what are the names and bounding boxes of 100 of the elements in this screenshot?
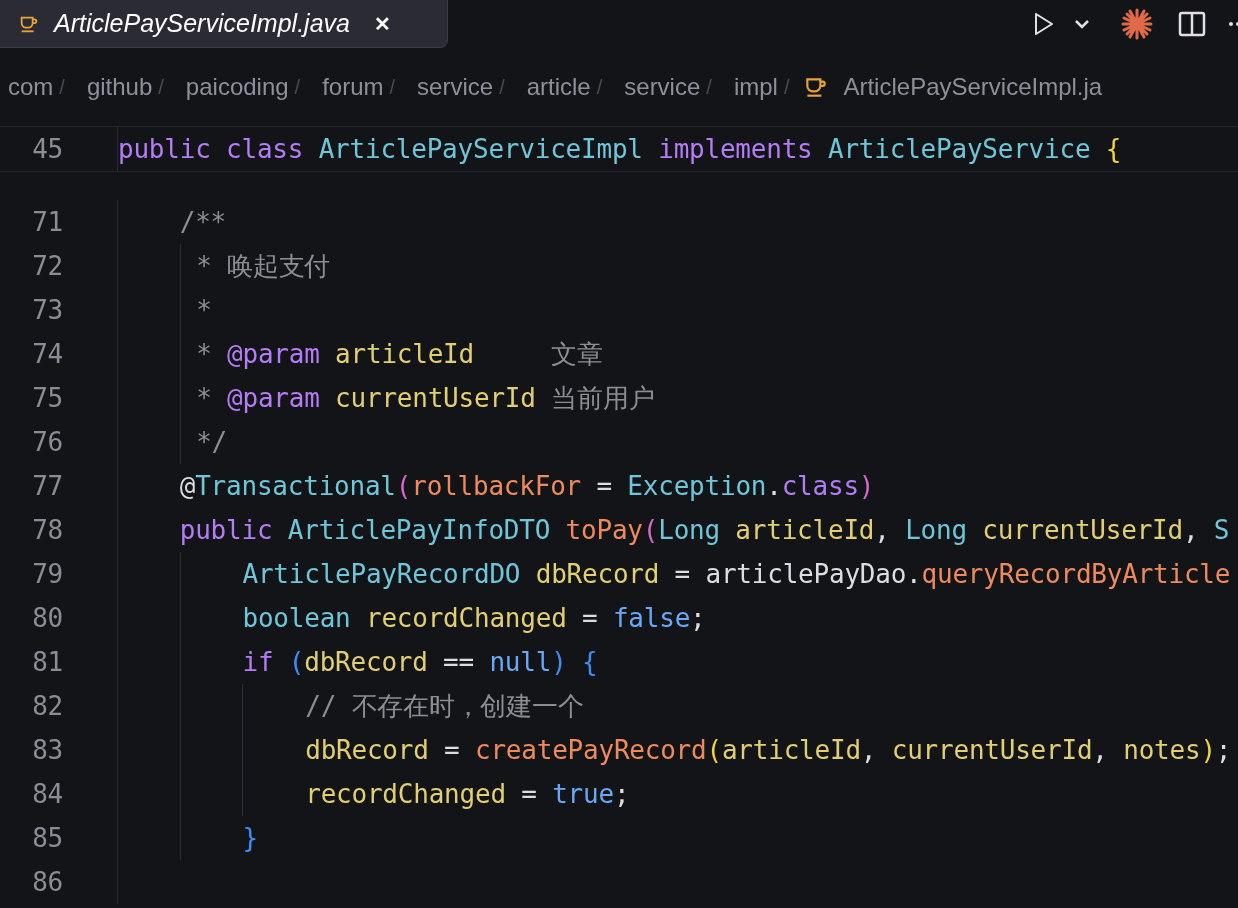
breadcrumb-separator: / (294, 75, 301, 100)
code-token: toPay (564, 514, 643, 547)
code-token: currentUserId (334, 382, 536, 415)
breadcrumb-item[interactable]: ArticlePayServiceImpl.ja (843, 69, 1103, 105)
breadcrumb-separator: / (499, 75, 505, 100)
code-token: , (1182, 514, 1200, 547)
code-token: . (766, 470, 782, 503)
code-token: if (242, 646, 274, 679)
code-token: ; (1215, 734, 1232, 767)
code-token: 当前用户 (550, 382, 655, 415)
code-token: Long (905, 514, 967, 547)
breadcrumb-separator: / (389, 75, 396, 100)
code-token: @ (179, 470, 196, 503)
split-view-icon[interactable] (1178, 10, 1206, 38)
breadcrumb-item[interactable]: article (526, 69, 591, 105)
breadcrumb-separator: / (783, 75, 790, 100)
code-token: = (581, 602, 599, 635)
close-icon[interactable]: ✕ (373, 8, 391, 39)
code-token: } (242, 822, 258, 855)
code-token: boolean (242, 602, 351, 635)
chevron-down-icon[interactable] (1074, 18, 1090, 30)
code-token: ArticlePayRecordDO (242, 558, 521, 591)
code-token: ArticlePayService (826, 133, 1091, 166)
code-token: ; (690, 602, 706, 635)
line-number: 82 (32, 689, 63, 723)
code-token: { (581, 646, 598, 679)
line-number: 79 (32, 557, 63, 591)
code-token: queryRecordByArticle (921, 558, 1231, 591)
play-icon[interactable] (1032, 11, 1056, 37)
code-token: articleId (721, 734, 861, 767)
code-token: Long (658, 514, 720, 547)
code-token: recordChanged (364, 602, 567, 635)
code-token: currentUserId (891, 734, 1093, 767)
code-token: @param (227, 338, 320, 371)
code-token: Transactional (195, 470, 396, 503)
breadcrumb-item[interactable]: github (86, 69, 153, 105)
code-token: public (118, 133, 211, 166)
line-number: 77 (32, 469, 63, 503)
line-number: 78 (32, 513, 63, 547)
code-token: ) (858, 470, 875, 503)
breadcrumb-item[interactable]: paicoding (185, 69, 289, 105)
breadcrumb-separator: / (158, 75, 164, 100)
line-number: 74 (32, 337, 63, 371)
file-tab[interactable]: ArticlePayServiceImpl.java ✕ (0, 0, 448, 48)
line-number: 84 (32, 777, 63, 811)
code-token: = (443, 734, 461, 767)
line-number: 83 (32, 733, 63, 767)
code-token: , (874, 514, 891, 547)
code-token: /** (179, 206, 227, 239)
code-token: = articlePayDao. (673, 558, 922, 591)
code-token: Exception (627, 470, 767, 503)
code-token: ( (642, 514, 659, 547)
code-token: = (595, 470, 613, 503)
code-token: ( (706, 734, 722, 767)
spark-icon[interactable] (1120, 7, 1154, 41)
breadcrumb-item[interactable]: com (8, 69, 54, 105)
code-token: ; (613, 778, 630, 811)
breadcrumb-separator: / (706, 75, 712, 100)
code-token: ) (551, 646, 567, 679)
breadcrumb-item[interactable]: service (624, 69, 701, 105)
code-token: * (196, 294, 212, 327)
breadcrumb-separator: / (596, 75, 603, 100)
code-token: class (225, 133, 304, 166)
breadcrumb-item[interactable]: impl (733, 69, 778, 105)
code-token: @param (227, 382, 320, 415)
code-token: public (179, 514, 273, 547)
code-token: implements (657, 133, 813, 166)
code-token: ( (395, 470, 412, 503)
code-token: , (860, 734, 878, 767)
code-token: true (552, 778, 614, 811)
line-number: 85 (32, 821, 63, 855)
breadcrumb-item[interactable]: service (417, 69, 494, 105)
code-token: * (196, 338, 213, 371)
code-token: dbRecord (304, 646, 428, 679)
code-token: createPayRecord (475, 734, 707, 767)
code-token: dbRecord (534, 558, 660, 591)
code-token: == (442, 646, 475, 679)
line-number: 72 (32, 249, 63, 283)
code-token: currentUserId (981, 514, 1183, 547)
breadcrumb-separator: / (59, 75, 65, 100)
code-token: , (1092, 734, 1109, 767)
code-token: ( (287, 646, 305, 679)
code-token: * (196, 382, 213, 415)
line-number: 71 (32, 205, 63, 239)
code-token: * 唤起支付 (196, 250, 331, 283)
code-token: null (489, 646, 552, 679)
code-token: ) (1200, 734, 1216, 767)
line-number: 75 (32, 381, 63, 415)
more-icon[interactable] (1228, 21, 1238, 27)
line-number: 76 (32, 425, 63, 459)
line-number: 81 (32, 645, 63, 679)
code-token: rollbackFor (411, 470, 582, 503)
breadcrumb-item[interactable]: forum (322, 69, 384, 105)
code-token: 文章 (550, 338, 603, 371)
code-token: recordChanged (305, 778, 506, 811)
code-token: false (612, 602, 691, 635)
code-token: notes (1123, 734, 1201, 767)
code-token: { (1104, 133, 1122, 166)
code-token: */ (196, 426, 228, 459)
code-token: // 不存在时，创建一个 (305, 690, 584, 723)
